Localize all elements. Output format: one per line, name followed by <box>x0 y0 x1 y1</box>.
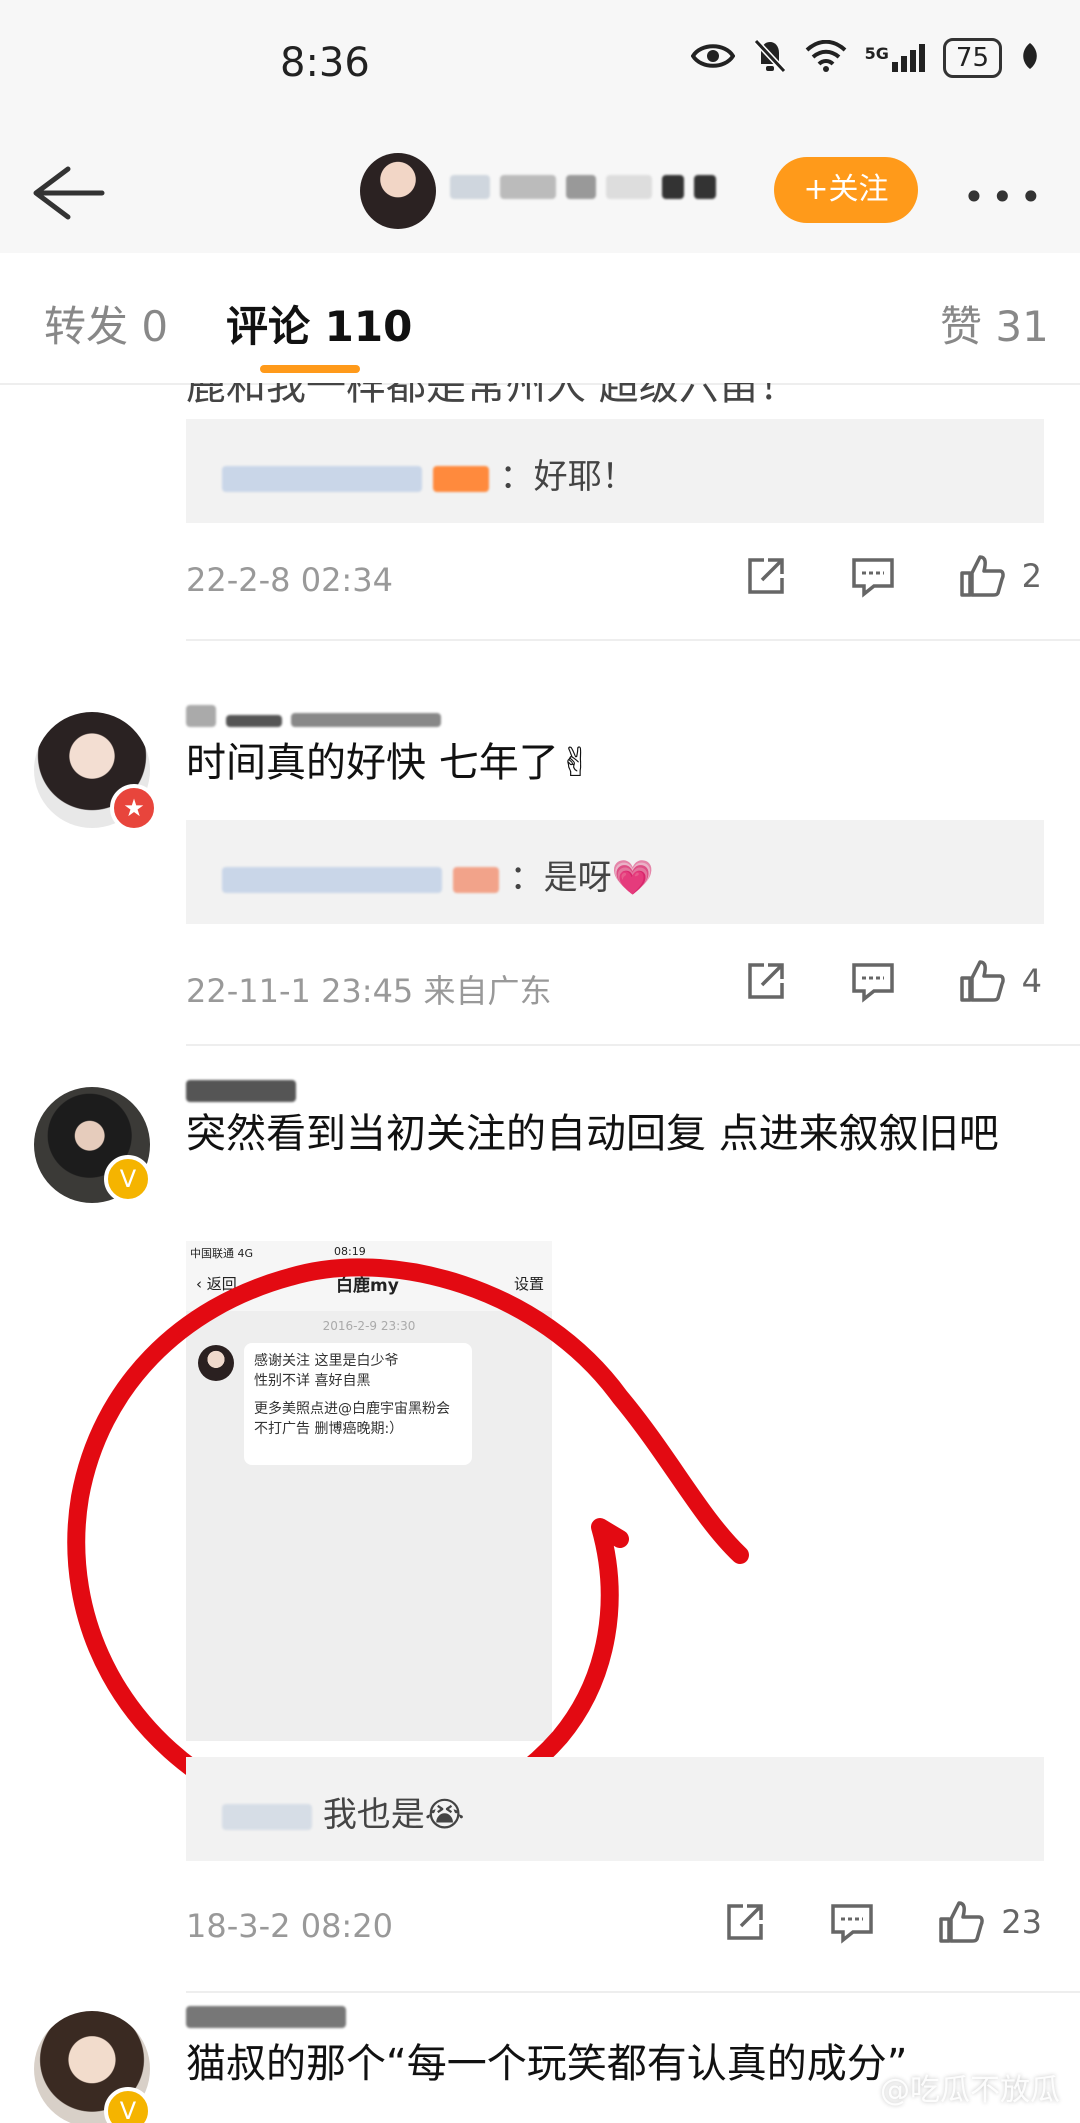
comment-actions: 4 <box>744 958 1042 1004</box>
like-button[interactable]: 23 <box>937 1899 1042 1945</box>
divider <box>186 1991 1080 1993</box>
comment-time: 22-2-8 02:34 <box>186 561 393 599</box>
reply-preview[interactable]: ：好耶！ <box>186 419 1044 523</box>
reply-button[interactable] <box>850 554 896 598</box>
more-options-icon[interactable]: ••• <box>963 175 1048 219</box>
battery-level: 75 <box>955 43 989 73</box>
divider <box>186 1044 1080 1046</box>
share-button[interactable] <box>723 1900 767 1944</box>
comment-actions: 2 <box>744 553 1042 599</box>
blurred-username <box>450 175 716 199</box>
tab-bar: 转发 0 评论 110 赞 31 <box>0 253 1080 385</box>
thumbs-up-icon <box>959 960 1005 1002</box>
follow-button[interactable]: +关注 <box>774 157 918 223</box>
share-icon <box>727 1904 764 1940</box>
signal-icon: 5G <box>865 44 925 72</box>
reply-text: 我也是😭 <box>222 1787 465 1836</box>
thumbs-up-icon <box>959 555 1005 597</box>
reply-preview[interactable]: 我也是😭 <box>186 1757 1044 1861</box>
status-bar: 8:36 5G 75 <box>0 0 1080 135</box>
comment-text: 突然看到当初关注的自动回复 点进来叙叙旧吧 <box>186 1111 999 1157</box>
like-count: 23 <box>1001 1903 1042 1941</box>
comment-actions: 23 <box>723 1899 1042 1945</box>
comment-icon <box>851 558 894 598</box>
status-icons: 5G 75 <box>690 38 1040 78</box>
reply-button[interactable] <box>829 1900 875 1944</box>
battery-indicator: 75 <box>942 38 1002 78</box>
comment-time: 18-3-2 08:20 <box>186 1907 393 1945</box>
reply-button[interactable] <box>850 959 896 1003</box>
eye-icon <box>690 40 735 76</box>
comment-icon <box>851 963 894 1003</box>
share-button[interactable] <box>744 554 788 598</box>
share-icon <box>747 558 784 594</box>
member-badge-icon: ★ <box>110 784 158 832</box>
comment-time: 22-11-1 23:45 来自广东 <box>186 972 552 1010</box>
back-button[interactable] <box>28 163 108 223</box>
mute-bell-icon <box>753 38 787 78</box>
profile-header: +关注 ••• <box>0 135 1080 255</box>
avatar[interactable] <box>360 153 436 229</box>
tab-reposts[interactable]: 转发 0 <box>44 293 168 354</box>
comment-list[interactable]: 鹿和我一样都是常州人 超级六笛！ ：好耶！ 22-2-8 02:34 2 ★ 时… <box>0 383 1080 2123</box>
leaf-icon <box>1020 41 1040 75</box>
tab-comments[interactable]: 评论 110 <box>226 293 412 354</box>
network-type: 5G <box>864 44 889 63</box>
arrow-left-icon <box>33 166 105 220</box>
thumbs-up-icon <box>939 1901 985 1943</box>
reply-content: ：好耶！ <box>499 457 636 497</box>
reply-content: 我也是😭 <box>322 1795 465 1835</box>
tab-likes[interactable]: 赞 31 <box>940 293 1049 354</box>
wifi-icon <box>805 39 847 76</box>
watermark: @吃瓜不放瓜 <box>880 2073 1060 2108</box>
like-button[interactable]: 4 <box>958 958 1042 1004</box>
like-button[interactable]: 2 <box>958 553 1042 599</box>
divider <box>186 639 1080 641</box>
comment-text: 鹿和我一样都是常州人 超级六笛！ <box>186 383 799 409</box>
like-count: 2 <box>1021 557 1042 595</box>
like-count: 4 <box>1021 962 1042 1000</box>
reply-text: ：是呀💗 <box>222 850 654 899</box>
reply-content: ：是呀💗 <box>509 858 654 898</box>
verified-badge-icon: V <box>104 1155 152 1203</box>
comment-text: 时间真的好快 七年了✌ <box>186 740 593 786</box>
share-button[interactable] <box>744 959 788 1003</box>
share-icon <box>747 963 784 999</box>
active-tab-indicator <box>260 365 360 373</box>
comment-icon <box>831 1904 874 1944</box>
reply-text: ：好耶！ <box>222 449 636 498</box>
status-time: 8:36 <box>280 40 370 86</box>
reply-preview[interactable]: ：是呀💗 <box>186 820 1044 924</box>
